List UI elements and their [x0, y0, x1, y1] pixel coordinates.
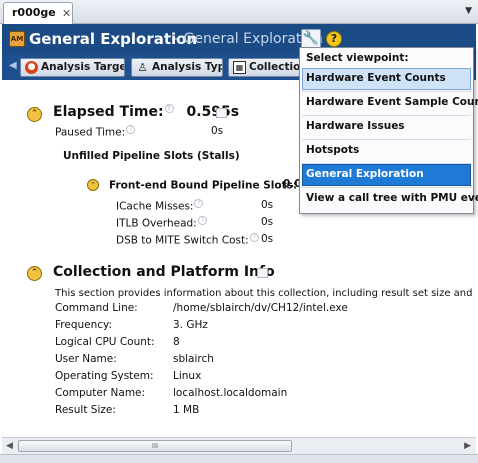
editor-tab-strip: r000ge ✕ ▼: [0, 0, 478, 24]
command-line-value: /home/sblairch/dv/CH12/intel.exe: [173, 302, 348, 314]
help-icon[interactable]: ?: [326, 31, 342, 47]
menu-item-hardware-issues[interactable]: Hardware Issues: [302, 116, 471, 138]
copy-icon[interactable]: [257, 268, 268, 278]
frequency-label: Frequency:: [55, 319, 113, 331]
grid-icon: ▦: [233, 61, 246, 74]
collapse-elapsed-button[interactable]: ⌃: [27, 107, 42, 122]
person-icon: ♙: [137, 61, 148, 74]
chevron-down-icon[interactable]: ▼: [465, 6, 472, 16]
globe-icon: ●: [25, 61, 38, 74]
user-name-label: User Name:: [55, 353, 117, 365]
scroll-right-arrow-icon[interactable]: ▶: [464, 441, 471, 451]
analysis-type-button[interactable]: ♙ Analysis Type: [131, 58, 223, 77]
help-tooltip-icon[interactable]: ?: [197, 216, 207, 225]
menu-item-call-tree-pmu[interactable]: View a call tree with PMU events: [302, 188, 478, 210]
result-size-value: 1 MB: [173, 404, 200, 416]
elapsed-time-value: 0.595s: [186, 104, 240, 120]
elapsed-time-heading: Elapsed Time:? 0.595s: [53, 104, 239, 120]
window-bottom-edge: [0, 454, 478, 463]
analysis-target-label: Analysis Target: [41, 61, 125, 73]
scroll-left-icon[interactable]: ◀: [9, 60, 17, 71]
page-title: General Exploration: [29, 30, 198, 48]
frequency-value: 3. GHz: [173, 319, 208, 331]
copy-icon[interactable]: [216, 108, 227, 118]
collection-label: Collection: [249, 61, 300, 73]
tab-r000ge[interactable]: r000ge ✕: [3, 2, 73, 24]
close-icon[interactable]: ✕: [62, 7, 71, 20]
analysis-target-button[interactable]: ● Analysis Target: [20, 58, 125, 77]
viewpoint-menu-title: Select viewpoint:: [306, 52, 409, 64]
paused-time-value: 0s: [211, 125, 224, 137]
collapse-frontend-button[interactable]: ⌃: [87, 179, 99, 191]
help-tooltip-icon[interactable]: ?: [164, 104, 174, 114]
scrollbar-thumb[interactable]: III: [18, 440, 292, 452]
os-label: Operating System:: [55, 370, 154, 382]
collapse-platform-button[interactable]: ⌃: [27, 266, 42, 281]
wrench-icon[interactable]: 🔧: [301, 29, 321, 49]
horizontal-scrollbar[interactable]: ◀ III ▶: [2, 437, 476, 454]
help-tooltip-icon[interactable]: ?: [126, 125, 136, 134]
itlb-overhead-label: ITLB Overhead:?: [116, 216, 207, 230]
menu-item-hotspots[interactable]: Hotspots: [302, 140, 471, 162]
icache-misses-value: 0s: [261, 199, 274, 211]
platform-info-heading: Collection and Platform Info: [53, 264, 275, 280]
tab-label: r000ge: [12, 6, 56, 19]
help-tooltip-icon[interactable]: ?: [249, 233, 259, 242]
paused-time-label: Paused Time:?: [55, 125, 136, 139]
help-tooltip-icon[interactable]: ?: [194, 199, 204, 208]
menu-item-hardware-event-counts[interactable]: Hardware Event Counts: [302, 68, 471, 90]
os-value: Linux: [173, 370, 202, 382]
collection-log-button[interactable]: ▦ Collection: [228, 58, 300, 77]
user-name-value: sblairch: [173, 353, 214, 365]
vtune-app-icon: AM: [9, 31, 25, 47]
elapsed-time-label: Elapsed Time:: [53, 104, 164, 120]
dsb-mite-value: 0s: [261, 233, 274, 245]
frontend-bound-label: Front-end Bound Pipeline Slots:?: [109, 178, 308, 192]
itlb-overhead-value: 0s: [261, 216, 274, 228]
computer-name-value: localhost.localdomain: [173, 387, 288, 399]
viewpoint-menu: Select viewpoint: Hardware Event Counts …: [299, 47, 478, 214]
cpu-count-label: Logical CPU Count:: [55, 336, 155, 348]
dsb-mite-label: DSB to MITE Switch Cost:?: [116, 233, 259, 247]
result-size-label: Result Size:: [55, 404, 116, 416]
analysis-type-label: Analysis Type: [152, 61, 222, 73]
scroll-left-arrow-icon[interactable]: ◀: [6, 441, 13, 451]
menu-item-hardware-event-sample-counts[interactable]: Hardware Event Sample Counts: [302, 92, 478, 114]
computer-name-label: Computer Name:: [55, 387, 146, 399]
cpu-count-value: 8: [173, 336, 180, 348]
platform-description: This section provides information about …: [55, 288, 476, 299]
menu-item-general-exploration[interactable]: General Exploration: [302, 164, 471, 186]
icache-misses-label: ICache Misses:?: [116, 199, 204, 213]
unfilled-pipeline-heading: Unfilled Pipeline Slots (Stalls): [63, 150, 240, 162]
command-line-label: Command Line:: [55, 302, 138, 314]
